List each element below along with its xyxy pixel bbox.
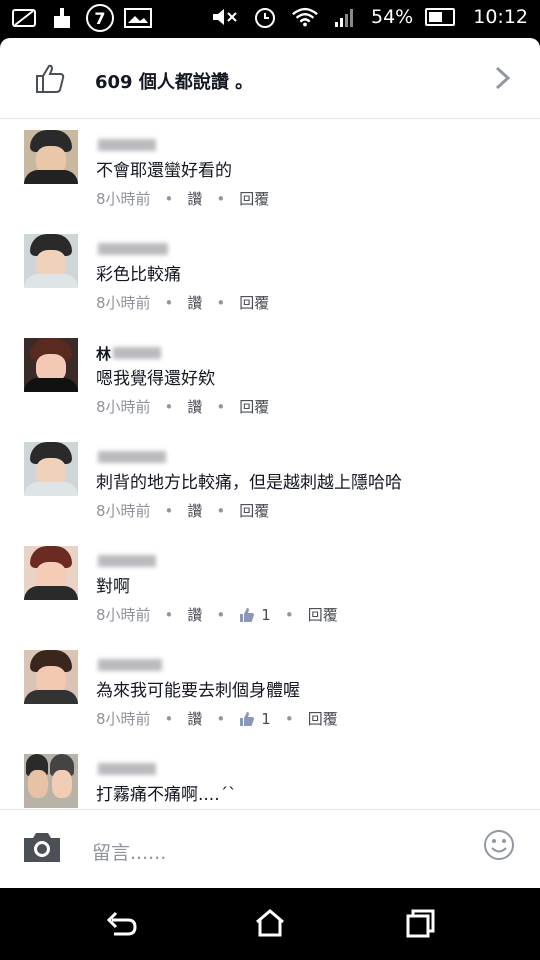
comment-author-name[interactable] <box>96 242 168 256</box>
comment-item: 刺背的地方比較痛，但是越刺越上隱哈哈 8小時前 • 讚 • 回覆 <box>0 442 540 546</box>
status-bar: 7 54% 10:12 <box>0 0 540 38</box>
avatar[interactable] <box>24 650 78 704</box>
emoji-icon[interactable] <box>482 828 516 866</box>
battery-icon <box>425 8 456 26</box>
avatar[interactable] <box>24 130 78 184</box>
likes-row[interactable]: 609 個人都說讚 。 <box>0 38 540 119</box>
comment-time: 8小時前 <box>96 502 151 520</box>
reply-link[interactable]: 回覆 <box>239 292 269 313</box>
comment-like-count[interactable]: 1 <box>239 710 271 728</box>
comment-text: 不會耶還蠻好看的 <box>96 161 232 181</box>
comment-meta: 8小時前 • 讚 • 回覆 <box>96 500 270 521</box>
clock: 10:12 <box>473 6 528 28</box>
cleaner-icon <box>48 5 76 31</box>
status-left-icons: 7 <box>10 4 152 32</box>
no-sim-icon <box>10 5 38 31</box>
comment-time: 8小時前 <box>96 190 151 208</box>
comment-input[interactable]: 留言...... <box>92 838 166 865</box>
comment-composer: 留言...... <box>0 809 540 888</box>
status-right-icons: 54% 10:12 <box>211 4 528 30</box>
comment-text: 彩色比較痛 <box>96 265 181 285</box>
comment-item: 彩色比較痛 8小時前 • 讚 • 回覆 <box>0 234 540 338</box>
signal-icon <box>331 4 359 30</box>
comment-meta: 8小時前 • 讚 • 回覆 <box>96 188 270 209</box>
home-icon[interactable] <box>254 908 286 942</box>
small-thumbs-up-icon <box>240 607 255 622</box>
likes-count-text: 609 個人都說讚 。 <box>95 72 254 93</box>
gallery-icon <box>124 5 152 31</box>
comment-meta: 8小時前 • 讚 • 1 • 回覆 <box>96 708 338 729</box>
comment-author-name[interactable] <box>96 138 156 152</box>
like-link[interactable]: 讚 <box>187 188 202 209</box>
like-link[interactable]: 讚 <box>187 292 202 313</box>
notification-badge-icon: 7 <box>86 4 114 32</box>
comment-time: 8小時前 <box>96 294 151 312</box>
avatar[interactable] <box>24 754 78 808</box>
comment-text: 嗯我覺得還好欸 <box>96 369 215 389</box>
comment-meta: 8小時前 • 讚 • 回覆 <box>96 396 270 417</box>
comment-author-name[interactable] <box>96 450 166 464</box>
recent-apps-icon[interactable] <box>404 908 436 942</box>
comment-time: 8小時前 <box>96 606 151 624</box>
thumbs-up-icon <box>34 62 66 98</box>
comment-author-name[interactable] <box>96 554 156 568</box>
comment-item: 為來我可能要去刺個身體喔 8小時前 • 讚 • 1 • 回覆 <box>0 650 540 754</box>
reply-link[interactable]: 回覆 <box>239 188 269 209</box>
like-link[interactable]: 讚 <box>187 604 202 625</box>
avatar[interactable] <box>24 442 78 496</box>
avatar[interactable] <box>24 234 78 288</box>
comment-time: 8小時前 <box>96 710 151 728</box>
back-icon[interactable] <box>104 908 138 942</box>
battery-percent: 54% <box>371 6 414 28</box>
comment-author-name[interactable] <box>96 762 156 776</box>
comment-text: 對啊 <box>96 577 130 597</box>
chevron-right-icon[interactable] <box>494 64 512 99</box>
alarm-icon <box>251 4 279 30</box>
comments-sheet: 609 個人都說讚 。 不會耶還蠻好看的 8小時前 • 讚 • 回覆 彩色比較痛… <box>0 38 540 888</box>
navigation-bar <box>0 888 540 960</box>
comment-item: 林 嗯我覺得還好欸 8小時前 • 讚 • 回覆 <box>0 338 540 442</box>
comment-text: 打霧痛不痛啊....´` <box>96 785 237 805</box>
reply-link[interactable]: 回覆 <box>308 708 338 729</box>
reply-link[interactable]: 回覆 <box>239 500 269 521</box>
comment-item: 不會耶還蠻好看的 8小時前 • 讚 • 回覆 <box>0 130 540 234</box>
comment-text: 為來我可能要去刺個身體喔 <box>96 681 300 701</box>
comment-item: 對啊 8小時前 • 讚 • 1 • 回覆 <box>0 546 540 650</box>
avatar[interactable] <box>24 546 78 600</box>
like-link[interactable]: 讚 <box>187 708 202 729</box>
small-thumbs-up-icon <box>240 711 255 726</box>
camera-icon[interactable] <box>22 830 62 868</box>
reply-link[interactable]: 回覆 <box>239 396 269 417</box>
reply-link[interactable]: 回覆 <box>308 604 338 625</box>
like-link[interactable]: 讚 <box>187 500 202 521</box>
comment-author-name[interactable]: 林 <box>96 345 162 363</box>
comment-like-count[interactable]: 1 <box>239 606 271 624</box>
comment-text: 刺背的地方比較痛，但是越刺越上隱哈哈 <box>96 473 402 493</box>
comment-time: 8小時前 <box>96 398 151 416</box>
comment-meta: 8小時前 • 讚 • 1 • 回覆 <box>96 604 338 625</box>
like-link[interactable]: 讚 <box>187 396 202 417</box>
avatar[interactable] <box>24 338 78 392</box>
comment-meta: 8小時前 • 讚 • 回覆 <box>96 292 270 313</box>
comment-author-name[interactable] <box>96 658 162 672</box>
wifi-icon <box>291 4 319 30</box>
comment-list: 不會耶還蠻好看的 8小時前 • 讚 • 回覆 彩色比較痛 8小時前 • 讚 • <box>0 130 540 850</box>
mute-icon <box>211 4 239 30</box>
